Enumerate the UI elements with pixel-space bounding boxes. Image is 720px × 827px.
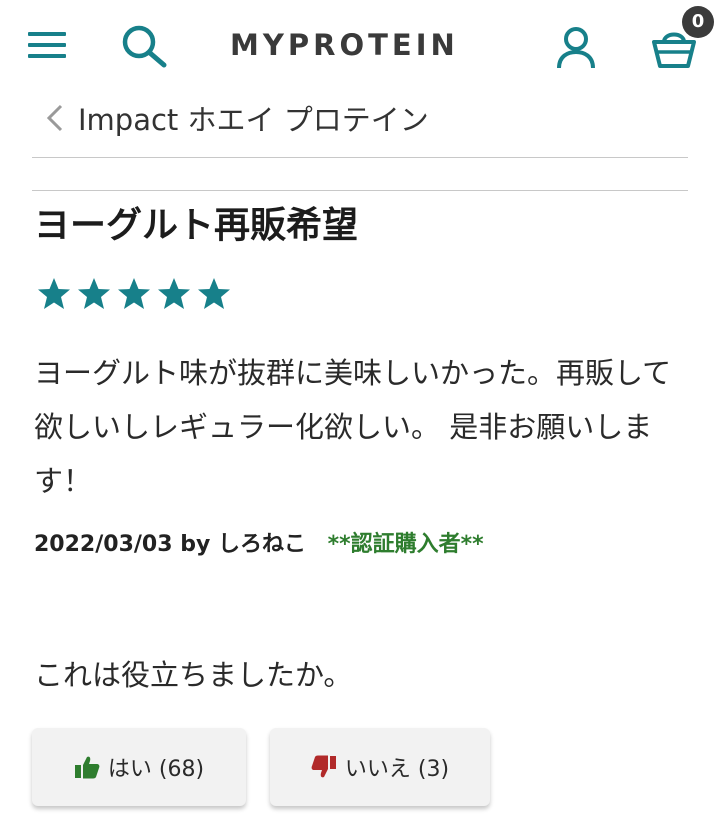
- helpful-no-button[interactable]: いいえ (3): [270, 728, 490, 806]
- chevron-left-icon: [46, 104, 63, 132]
- divider: [32, 190, 688, 191]
- helpful-yes-label: はい (68): [107, 757, 205, 782]
- site-header: MYPROTEIN 0: [0, 0, 720, 92]
- helpful-no-label: いいえ (3): [344, 757, 450, 782]
- star-icon: [38, 278, 70, 309]
- star-icon: [118, 278, 150, 309]
- helpful-question: これは役立ちましたか。: [34, 658, 353, 692]
- helpful-yes-button[interactable]: はい (68): [32, 728, 246, 806]
- menu-icon[interactable]: [28, 30, 68, 60]
- review-body: ヨーグルト味が抜群に美味しいかった。再販して欲しいしレギュラー化欲しい。 是非お…: [34, 356, 672, 498]
- star-icon: [78, 278, 110, 309]
- review-title: ヨーグルト再販希望: [34, 205, 359, 246]
- star-rating: [36, 276, 236, 312]
- basket-count-badge: 0: [682, 6, 714, 38]
- basket-button[interactable]: 0: [646, 6, 716, 72]
- account-icon[interactable]: [556, 26, 596, 70]
- search-icon[interactable]: [120, 24, 168, 68]
- review-date-author: 2022/03/03 by しろねこ: [34, 532, 306, 557]
- breadcrumb-label[interactable]: Impact ホエイ プロテイン: [78, 97, 429, 139]
- breadcrumb[interactable]: Impact ホエイ プロテイン: [44, 96, 429, 140]
- verified-buyer-badge: **認証購入者**: [327, 532, 484, 557]
- divider: [32, 157, 688, 158]
- star-icon: [198, 278, 230, 309]
- thumbs-down-icon: [311, 755, 336, 778]
- myprotein-logo[interactable]: MYPROTEIN: [230, 26, 490, 64]
- review-meta: 2022/03/03 by しろねこ **認証購入者**: [34, 526, 484, 558]
- star-icon: [158, 278, 190, 309]
- thumbs-up-icon: [74, 756, 100, 779]
